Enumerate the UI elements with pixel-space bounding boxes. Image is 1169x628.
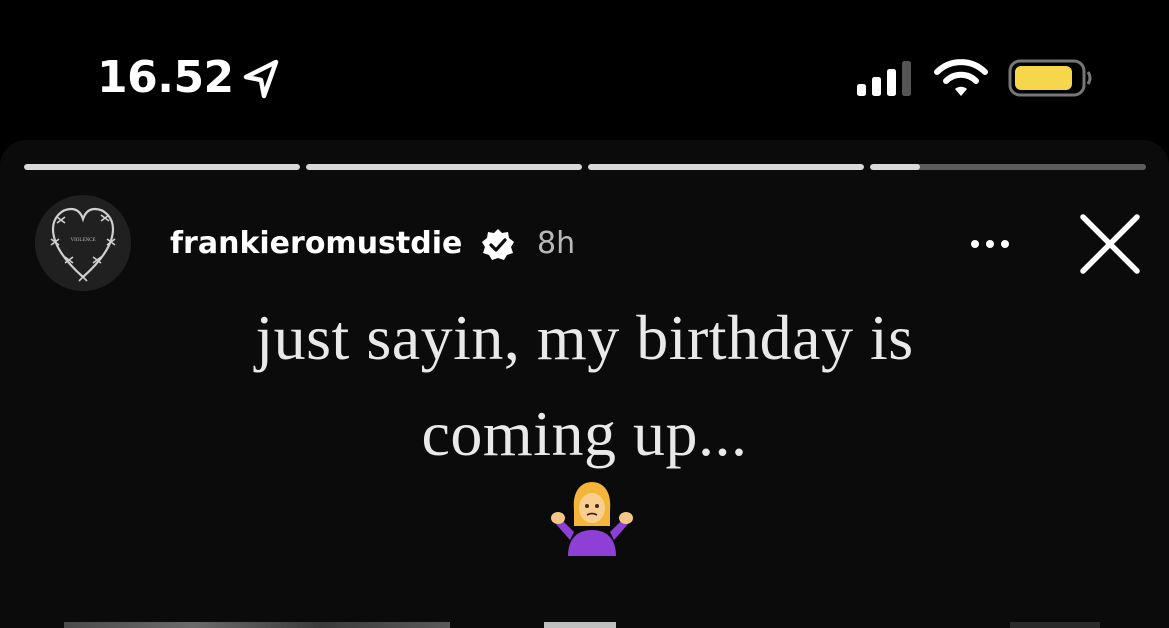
battery-icon [1008,59,1092,97]
more-options-icon[interactable] [962,232,1018,256]
wifi-icon [934,59,988,96]
media-preview [64,622,450,628]
verified-badge-icon [482,229,514,260]
progress-segment-fill [870,164,920,170]
dot [986,240,994,248]
media-preview [544,622,616,628]
status-time: 16.52 [97,52,234,103]
barbed-wire-heart-icon: VIOLENCE [35,195,131,291]
story-text: just sayin, my birthday is coming up... [0,290,1169,482]
cellular-signal-icon [857,61,911,96]
story-progress-bar [24,164,1146,170]
story-media-strip [0,620,1169,628]
progress-segment-fill [588,164,864,170]
avatar[interactable]: VIOLENCE [35,195,131,291]
progress-segment [870,164,1146,170]
person-shrugging-emoji-icon [551,482,633,556]
story-username[interactable]: frankieromustdie [170,226,462,262]
close-icon[interactable] [1078,212,1142,276]
progress-segment [588,164,864,170]
dot [971,240,979,248]
progress-segment-fill [306,164,582,170]
svg-text:VIOLENCE: VIOLENCE [71,238,96,243]
location-arrow-icon [243,59,279,99]
progress-segment [24,164,300,170]
story-text-line: coming up... [421,398,748,469]
story-viewer[interactable]: VIOLENCE frankieromustdie 8h just sayin,… [0,140,1169,628]
status-bar: 16.52 [0,0,1169,140]
story-time-ago: 8h [537,226,576,261]
progress-segment-fill [24,164,300,170]
story-text-line: just sayin, my birthday is [255,302,914,373]
media-preview [1010,622,1100,628]
dot [1001,240,1009,248]
progress-segment [306,164,582,170]
